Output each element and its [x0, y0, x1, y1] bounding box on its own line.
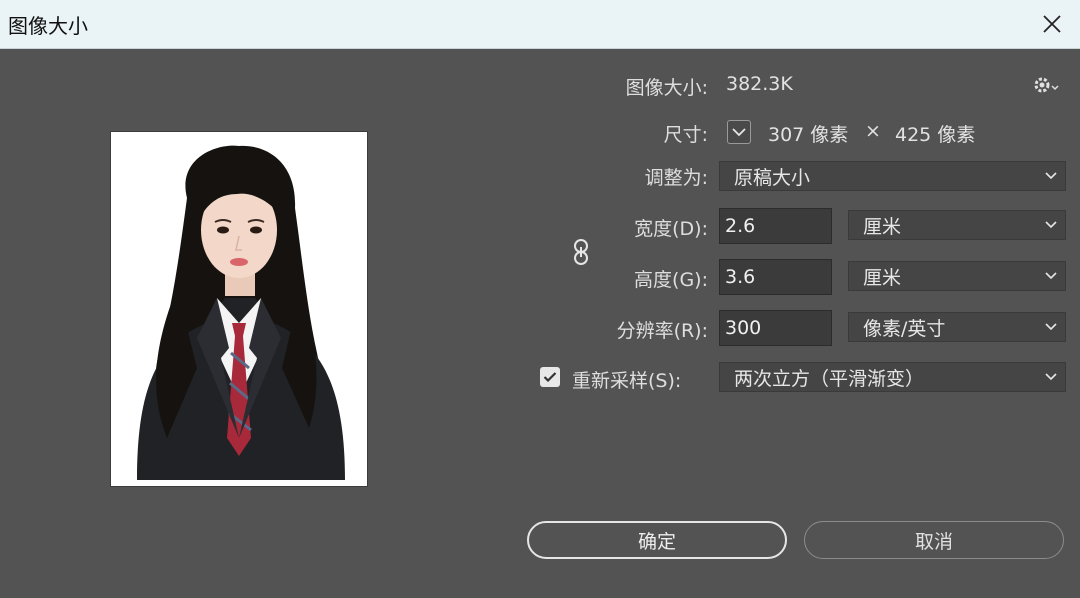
settings-menu-button[interactable]	[1032, 74, 1060, 96]
height-unit-value: 厘米	[863, 266, 902, 289]
resample-method-select[interactable]: 两次立方（平滑渐变）	[719, 362, 1066, 392]
ok-button[interactable]: 确定	[527, 521, 787, 559]
width-unit-select[interactable]: 厘米	[848, 210, 1066, 240]
image-preview	[111, 132, 367, 486]
dimensions-label: 尺寸:	[663, 124, 708, 146]
chevron-down-icon	[1045, 323, 1057, 331]
cancel-button[interactable]: 取消	[804, 521, 1064, 559]
fit-to-select[interactable]: 原稿大小	[719, 161, 1066, 191]
chevron-down-icon	[1045, 172, 1057, 180]
fit-to-value: 原稿大小	[734, 166, 811, 189]
link-icon	[574, 239, 588, 265]
dimensions-width-px: 307 像素	[768, 124, 849, 146]
close-button[interactable]	[1034, 6, 1070, 42]
portrait-illustration	[117, 138, 361, 480]
image-size-value: 382.3K	[726, 73, 793, 95]
chevron-down-icon	[1045, 272, 1057, 280]
dimensions-unit-toggle[interactable]	[727, 120, 751, 144]
resample-label: 重新采样(S):	[572, 370, 682, 392]
height-unit-select[interactable]: 厘米	[848, 261, 1066, 291]
width-unit-value: 厘米	[863, 215, 902, 238]
ok-button-label: 确定	[637, 530, 676, 553]
resolution-input[interactable]: 300	[719, 310, 832, 346]
chevron-down-icon	[732, 128, 746, 137]
height-value: 3.6	[725, 266, 756, 288]
resolution-unit-value: 像素/英寸	[863, 317, 946, 340]
resolution-value: 300	[725, 317, 762, 339]
title-bar: 图像大小	[0, 0, 1080, 49]
close-icon	[1043, 15, 1061, 33]
dialog-title: 图像大小	[8, 14, 88, 38]
resolution-unit-select[interactable]: 像素/英寸	[848, 312, 1066, 342]
chevron-down-icon	[1045, 221, 1057, 229]
dimensions-height-px: 425 像素	[895, 124, 976, 146]
chevron-down-icon	[1045, 373, 1057, 381]
resolution-label: 分辨率(R):	[616, 320, 708, 342]
checkmark-icon	[543, 372, 557, 383]
width-value: 2.6	[725, 215, 756, 237]
constrain-proportions-button[interactable]	[571, 238, 591, 266]
cancel-button-label: 取消	[914, 530, 953, 553]
height-input[interactable]: 3.6	[719, 259, 832, 295]
width-label: 宽度(D):	[634, 218, 708, 240]
dimensions-times: ×	[865, 120, 881, 142]
gear-icon	[1034, 77, 1059, 93]
resample-method-value: 两次立方（平滑渐变）	[734, 367, 925, 390]
width-input[interactable]: 2.6	[719, 208, 832, 244]
image-size-label: 图像大小:	[625, 77, 708, 99]
fit-to-label: 调整为:	[644, 167, 708, 189]
resample-checkbox[interactable]	[540, 367, 560, 387]
height-label: 高度(G):	[634, 269, 708, 291]
